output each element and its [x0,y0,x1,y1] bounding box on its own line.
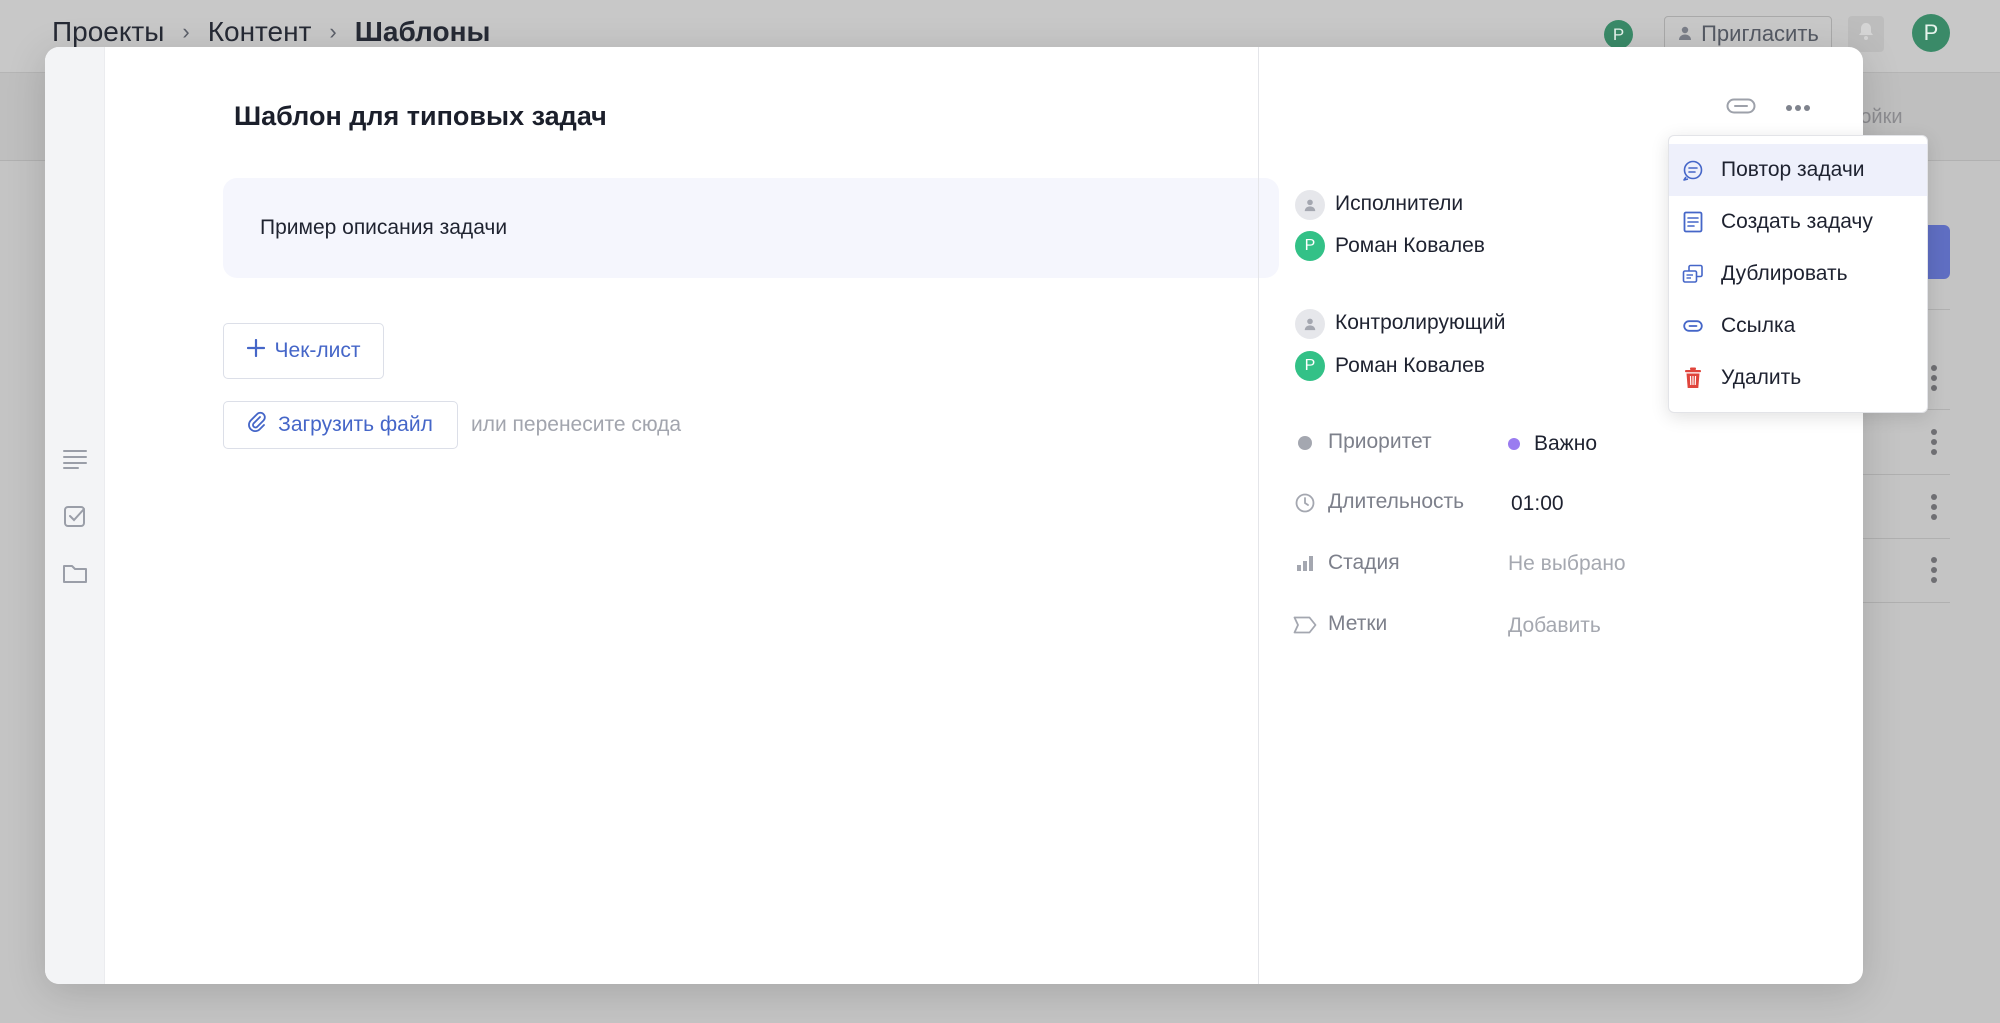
notifications-button[interactable] [1848,16,1884,52]
task-description[interactable]: Пример описания задачи [223,178,1279,278]
clock-icon [1293,491,1317,515]
menu-item-link[interactable]: Ссылка [1669,300,1927,352]
menu-item-label: Создать задачу [1721,210,1873,233]
user-icon [1677,21,1693,47]
menu-item-label: Удалить [1721,366,1802,389]
assignees-label: Исполнители [1335,192,1464,215]
more-horizontal-icon [1785,99,1811,117]
section-rail [45,47,105,984]
stage-bars-icon [1293,551,1317,575]
avatar: Р [1295,231,1325,261]
breadcrumb-item-content[interactable]: Контент [208,16,312,48]
add-checklist-label: Чек-лист [274,339,361,362]
menu-item-label: Дублировать [1721,262,1848,285]
kebab-icon [1928,494,1940,520]
breadcrumb-separator: › [329,19,337,44]
task-template-modal: Шаблон для типовых задач Пример описания… [45,47,1863,984]
repeat-chat-icon [1681,158,1705,182]
tags-add-value[interactable]: Добавить [1508,614,1601,638]
menu-item-label: Повтор задачи [1721,158,1865,181]
breadcrumb-item-projects[interactable]: Проекты [52,16,164,48]
trash-icon [1681,366,1705,390]
assignee-person[interactable]: Р Роман Ковалев [1295,231,1485,261]
description-section-icon[interactable] [60,444,90,474]
menu-item-delete[interactable]: Удалить [1669,352,1927,404]
background-divider [1860,474,1950,475]
breadcrumb: Проекты › Контент › Шаблоны [52,16,490,48]
task-main-pane: Шаблон для типовых задач Пример описания… [105,47,1303,984]
menu-item-create-task[interactable]: Создать задачу [1669,196,1927,248]
upload-file-button[interactable]: Загрузить файл [223,401,458,449]
document-icon [1681,210,1705,234]
copy-icon [1681,262,1705,286]
priority-dot [1508,438,1520,450]
stage-value[interactable]: Не выбрано [1508,552,1626,576]
controller-label: Контролирующий [1335,311,1506,334]
tag-icon [1293,613,1317,637]
controller-name: Роман Ковалев [1335,354,1485,377]
kebab-icon [1928,365,1940,391]
more-options-button[interactable] [1781,91,1815,125]
avatar: Р [1295,351,1325,381]
assignee-name: Роман Ковалев [1335,234,1485,257]
paperclip-icon [248,411,266,439]
duration-label: Длительность [1328,490,1465,513]
controller-person[interactable]: Р Роман Ковалев [1295,351,1485,381]
drop-hint: или перенесите сюда [471,413,682,436]
copy-link-button[interactable] [1724,91,1758,125]
menu-item-repeat[interactable]: Повтор задачи [1669,144,1927,196]
invite-button-label: Пригласить [1701,21,1819,46]
stage-label: Стадия [1328,551,1400,574]
user-avatar[interactable]: Р [1912,14,1950,52]
breadcrumb-current: Шаблоны [354,16,491,47]
priority-value[interactable]: Важно [1508,432,1597,456]
breadcrumb-separator: › [182,19,190,44]
checklist-section-icon[interactable] [60,501,90,531]
link-icon [1681,314,1705,338]
bell-icon [1857,22,1875,47]
tags-label: Метки [1328,612,1388,635]
task-title[interactable]: Шаблон для типовых задач [234,101,607,132]
priority-icon [1293,431,1317,455]
priority-label: Приоритет [1328,430,1432,453]
add-checklist-button[interactable]: Чек-лист [223,323,384,379]
link-icon [1726,98,1756,119]
menu-item-duplicate[interactable]: Дублировать [1669,248,1927,300]
avatar-small[interactable]: Р [1604,20,1633,49]
priority-value-text: Важно [1534,432,1598,455]
background-divider [1860,602,1950,603]
task-description-text: Пример описания задачи [260,216,508,239]
duration-value[interactable]: 01:00 [1511,492,1564,516]
menu-item-label: Ссылка [1721,314,1796,337]
controller-icon [1295,309,1325,339]
files-section-icon[interactable] [60,558,90,588]
assignees-icon [1295,190,1325,220]
plus-icon [246,338,265,363]
kebab-icon [1928,557,1940,583]
background-divider [1860,538,1950,539]
kebab-icon [1928,429,1940,455]
pane-divider [1258,47,1259,984]
upload-file-label: Загрузить файл [278,413,433,436]
more-options-menu: Повтор задачи Создать задачу Дублировать… [1668,135,1928,413]
